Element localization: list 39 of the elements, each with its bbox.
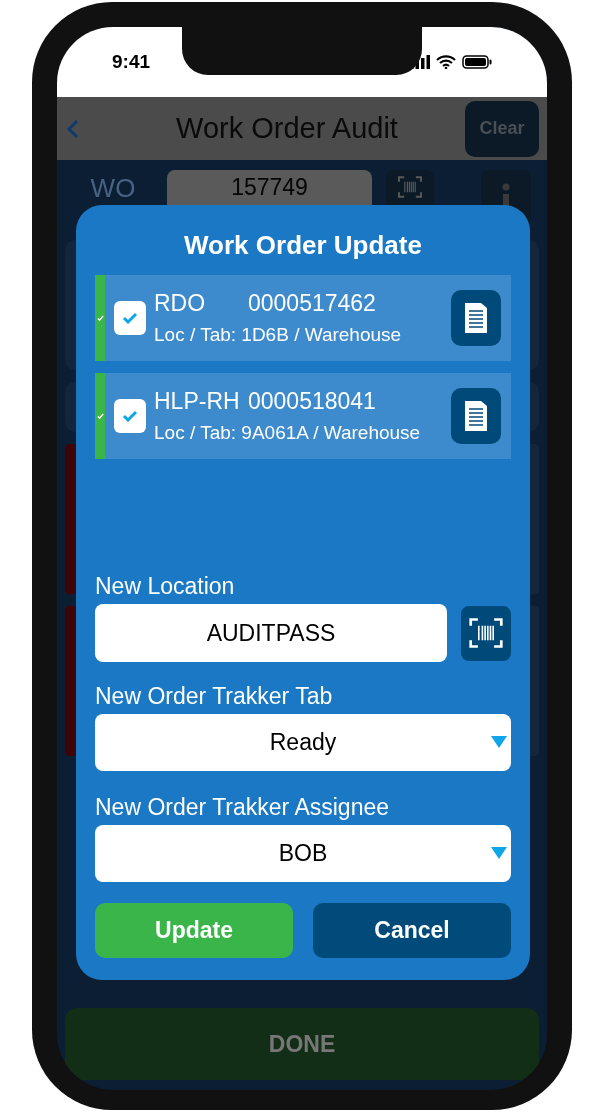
barcode-scan-icon (468, 615, 504, 651)
document-icon (465, 303, 487, 333)
tab-dropdown[interactable]: Ready (95, 714, 511, 771)
order-type: HLP-RH (154, 387, 241, 415)
scan-button[interactable] (461, 605, 511, 661)
cancel-button[interactable]: Cancel (313, 903, 511, 958)
check-icon (122, 410, 138, 422)
dropdown-caret-icon (491, 847, 507, 859)
field-label: New Order Trakker Assignee (95, 793, 390, 821)
field-label: New Location (95, 572, 236, 600)
document-icon (465, 401, 487, 431)
clear-button[interactable]: Clear (465, 100, 539, 157)
order-location: Loc / Tab: 9A061A / Warehouse (154, 421, 422, 445)
order-type: RDO (154, 289, 207, 317)
order-checkbox[interactable] (114, 301, 146, 335)
barcode-scan-icon (397, 174, 423, 200)
assignee-dropdown[interactable]: BOB (95, 825, 511, 882)
update-button[interactable]: Update (95, 903, 293, 958)
status-time: 9:41 (112, 49, 151, 74)
screen-title: Work Order Audit (176, 110, 398, 146)
order-number: 0000517462 (248, 289, 376, 317)
document-button[interactable] (451, 388, 501, 444)
check-icon (96, 314, 104, 322)
field-label: New Order Trakker Tab (95, 682, 334, 710)
order-checkbox[interactable] (114, 399, 146, 433)
wifi-icon (436, 55, 456, 69)
order-row[interactable]: RDO 0000517462 Loc / Tab: 1D6B / Warehouse (95, 275, 511, 361)
order-number: 0000518041 (248, 387, 376, 415)
done-button[interactable]: DONE (65, 1008, 539, 1080)
dropdown-caret-icon (491, 736, 507, 748)
dialog-title: Work Order Update (183, 229, 423, 262)
battery-icon (462, 55, 492, 69)
check-icon (96, 412, 104, 420)
order-row[interactable]: HLP-RH 0000518041 Loc / Tab: 9A061A / Warehouse (95, 373, 511, 459)
document-button[interactable] (451, 290, 501, 346)
order-location: Loc / Tab: 1D6B / Warehouse (154, 323, 403, 347)
check-icon (122, 312, 138, 324)
wo-label: WO (89, 173, 137, 203)
location-field[interactable]: AUDITPASS (95, 604, 447, 662)
